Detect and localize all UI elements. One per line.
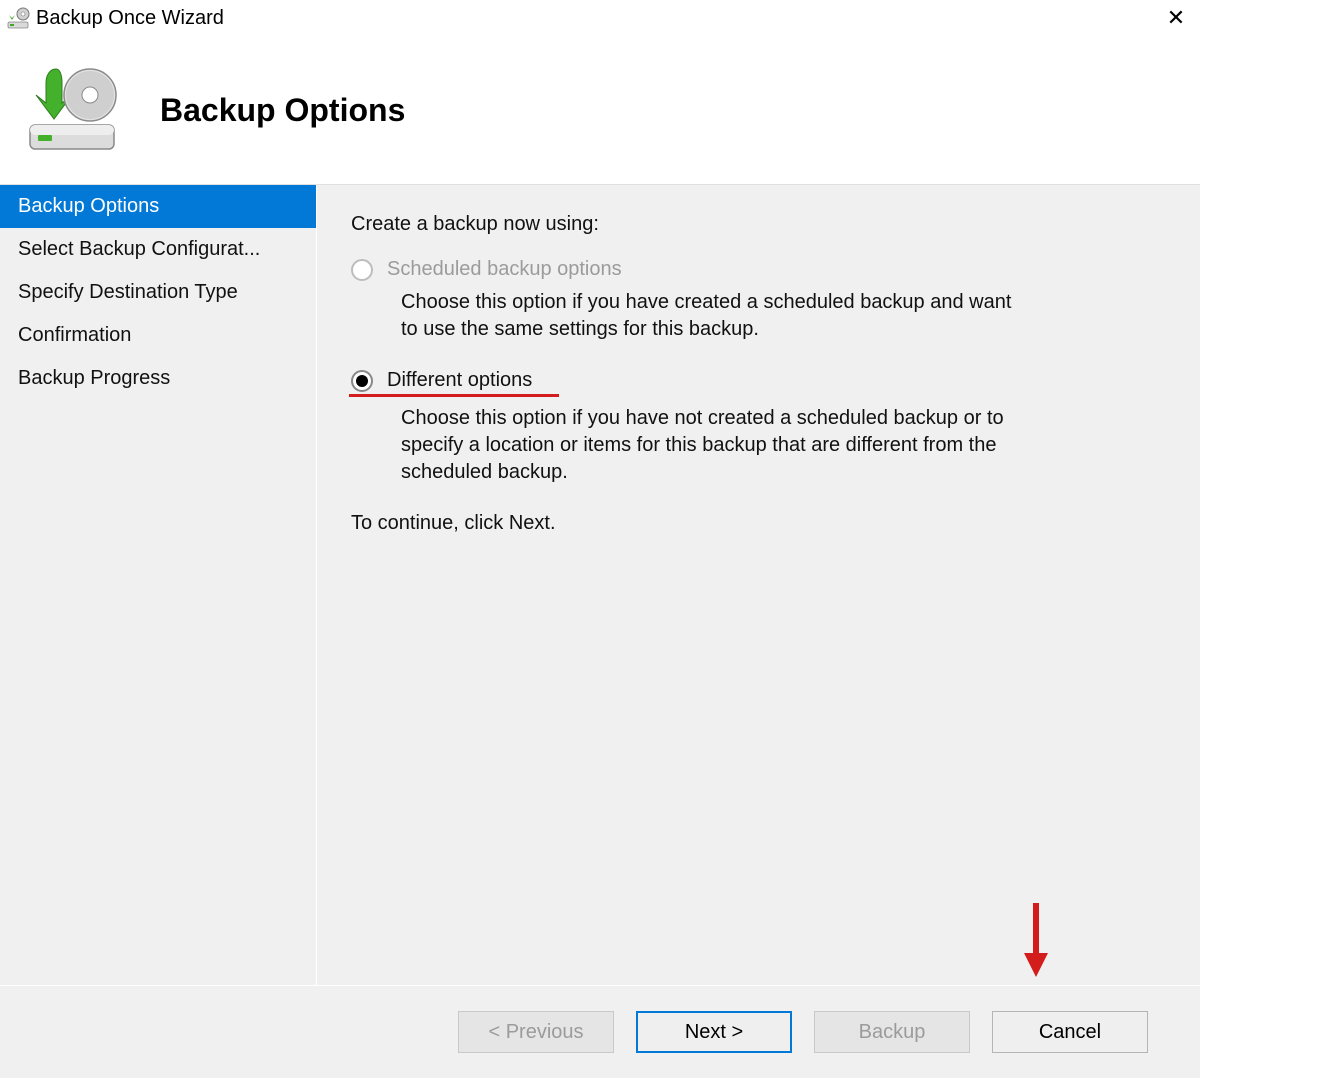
step-backup-options[interactable]: Backup Options xyxy=(0,185,316,228)
step-label: Backup Options xyxy=(18,195,159,217)
radio-different[interactable] xyxy=(351,370,373,392)
option-scheduled: Scheduled backup options Choose this opt… xyxy=(351,258,1166,343)
step-label: Select Backup Configurat... xyxy=(18,238,260,260)
option-different-row[interactable]: Different options xyxy=(351,369,1166,392)
step-label: Specify Destination Type xyxy=(18,281,238,303)
next-button-label: Next > xyxy=(685,1021,743,1044)
step-specify-destination-type[interactable]: Specify Destination Type xyxy=(0,271,316,314)
step-label: Confirmation xyxy=(18,324,131,346)
previous-button-label: < Previous xyxy=(488,1021,583,1044)
step-label: Backup Progress xyxy=(18,367,170,389)
backup-button-label: Backup xyxy=(859,1021,926,1044)
option-different-label: Different options xyxy=(387,369,532,392)
option-scheduled-label: Scheduled backup options xyxy=(387,258,622,281)
step-confirmation[interactable]: Confirmation xyxy=(0,314,316,357)
option-scheduled-row: Scheduled backup options xyxy=(351,258,1166,281)
backup-icon xyxy=(24,65,120,155)
content-area: Backup Options Select Backup Configurat.… xyxy=(0,184,1200,985)
cancel-button-label: Cancel xyxy=(1039,1021,1101,1044)
wizard-steps-sidebar: Backup Options Select Backup Configurat.… xyxy=(0,185,317,985)
cancel-button[interactable]: Cancel xyxy=(992,1011,1148,1053)
radio-scheduled xyxy=(351,259,373,281)
annotation-arrow-icon xyxy=(1020,901,1052,979)
app-icon xyxy=(6,6,30,30)
annotation-underline xyxy=(349,394,559,397)
backup-button: Backup xyxy=(814,1011,970,1053)
step-backup-progress[interactable]: Backup Progress xyxy=(0,357,316,400)
option-different: Different options Choose this option if … xyxy=(351,369,1166,486)
option-different-description: Choose this option if you have not creat… xyxy=(401,405,1021,486)
next-button[interactable]: Next > xyxy=(636,1011,792,1053)
option-scheduled-description: Choose this option if you have created a… xyxy=(401,289,1021,343)
wizard-window: Backup Once Wizard ✕ Backup Options Back… xyxy=(0,0,1200,1078)
close-icon: ✕ xyxy=(1167,5,1185,31)
wizard-button-bar: < Previous Next > Backup Cancel xyxy=(0,985,1200,1078)
step-select-backup-configuration[interactable]: Select Backup Configurat... xyxy=(0,228,316,271)
previous-button: < Previous xyxy=(458,1011,614,1053)
continue-hint: To continue, click Next. xyxy=(351,512,1166,535)
window-title: Backup Once Wizard xyxy=(36,7,224,30)
close-button[interactable]: ✕ xyxy=(1156,0,1196,36)
wizard-header: Backup Options xyxy=(0,36,1200,184)
title-bar: Backup Once Wizard ✕ xyxy=(0,0,1200,36)
page-title: Backup Options xyxy=(160,92,405,129)
intro-text: Create a backup now using: xyxy=(351,213,1166,236)
main-panel: Create a backup now using: Scheduled bac… xyxy=(317,185,1200,985)
